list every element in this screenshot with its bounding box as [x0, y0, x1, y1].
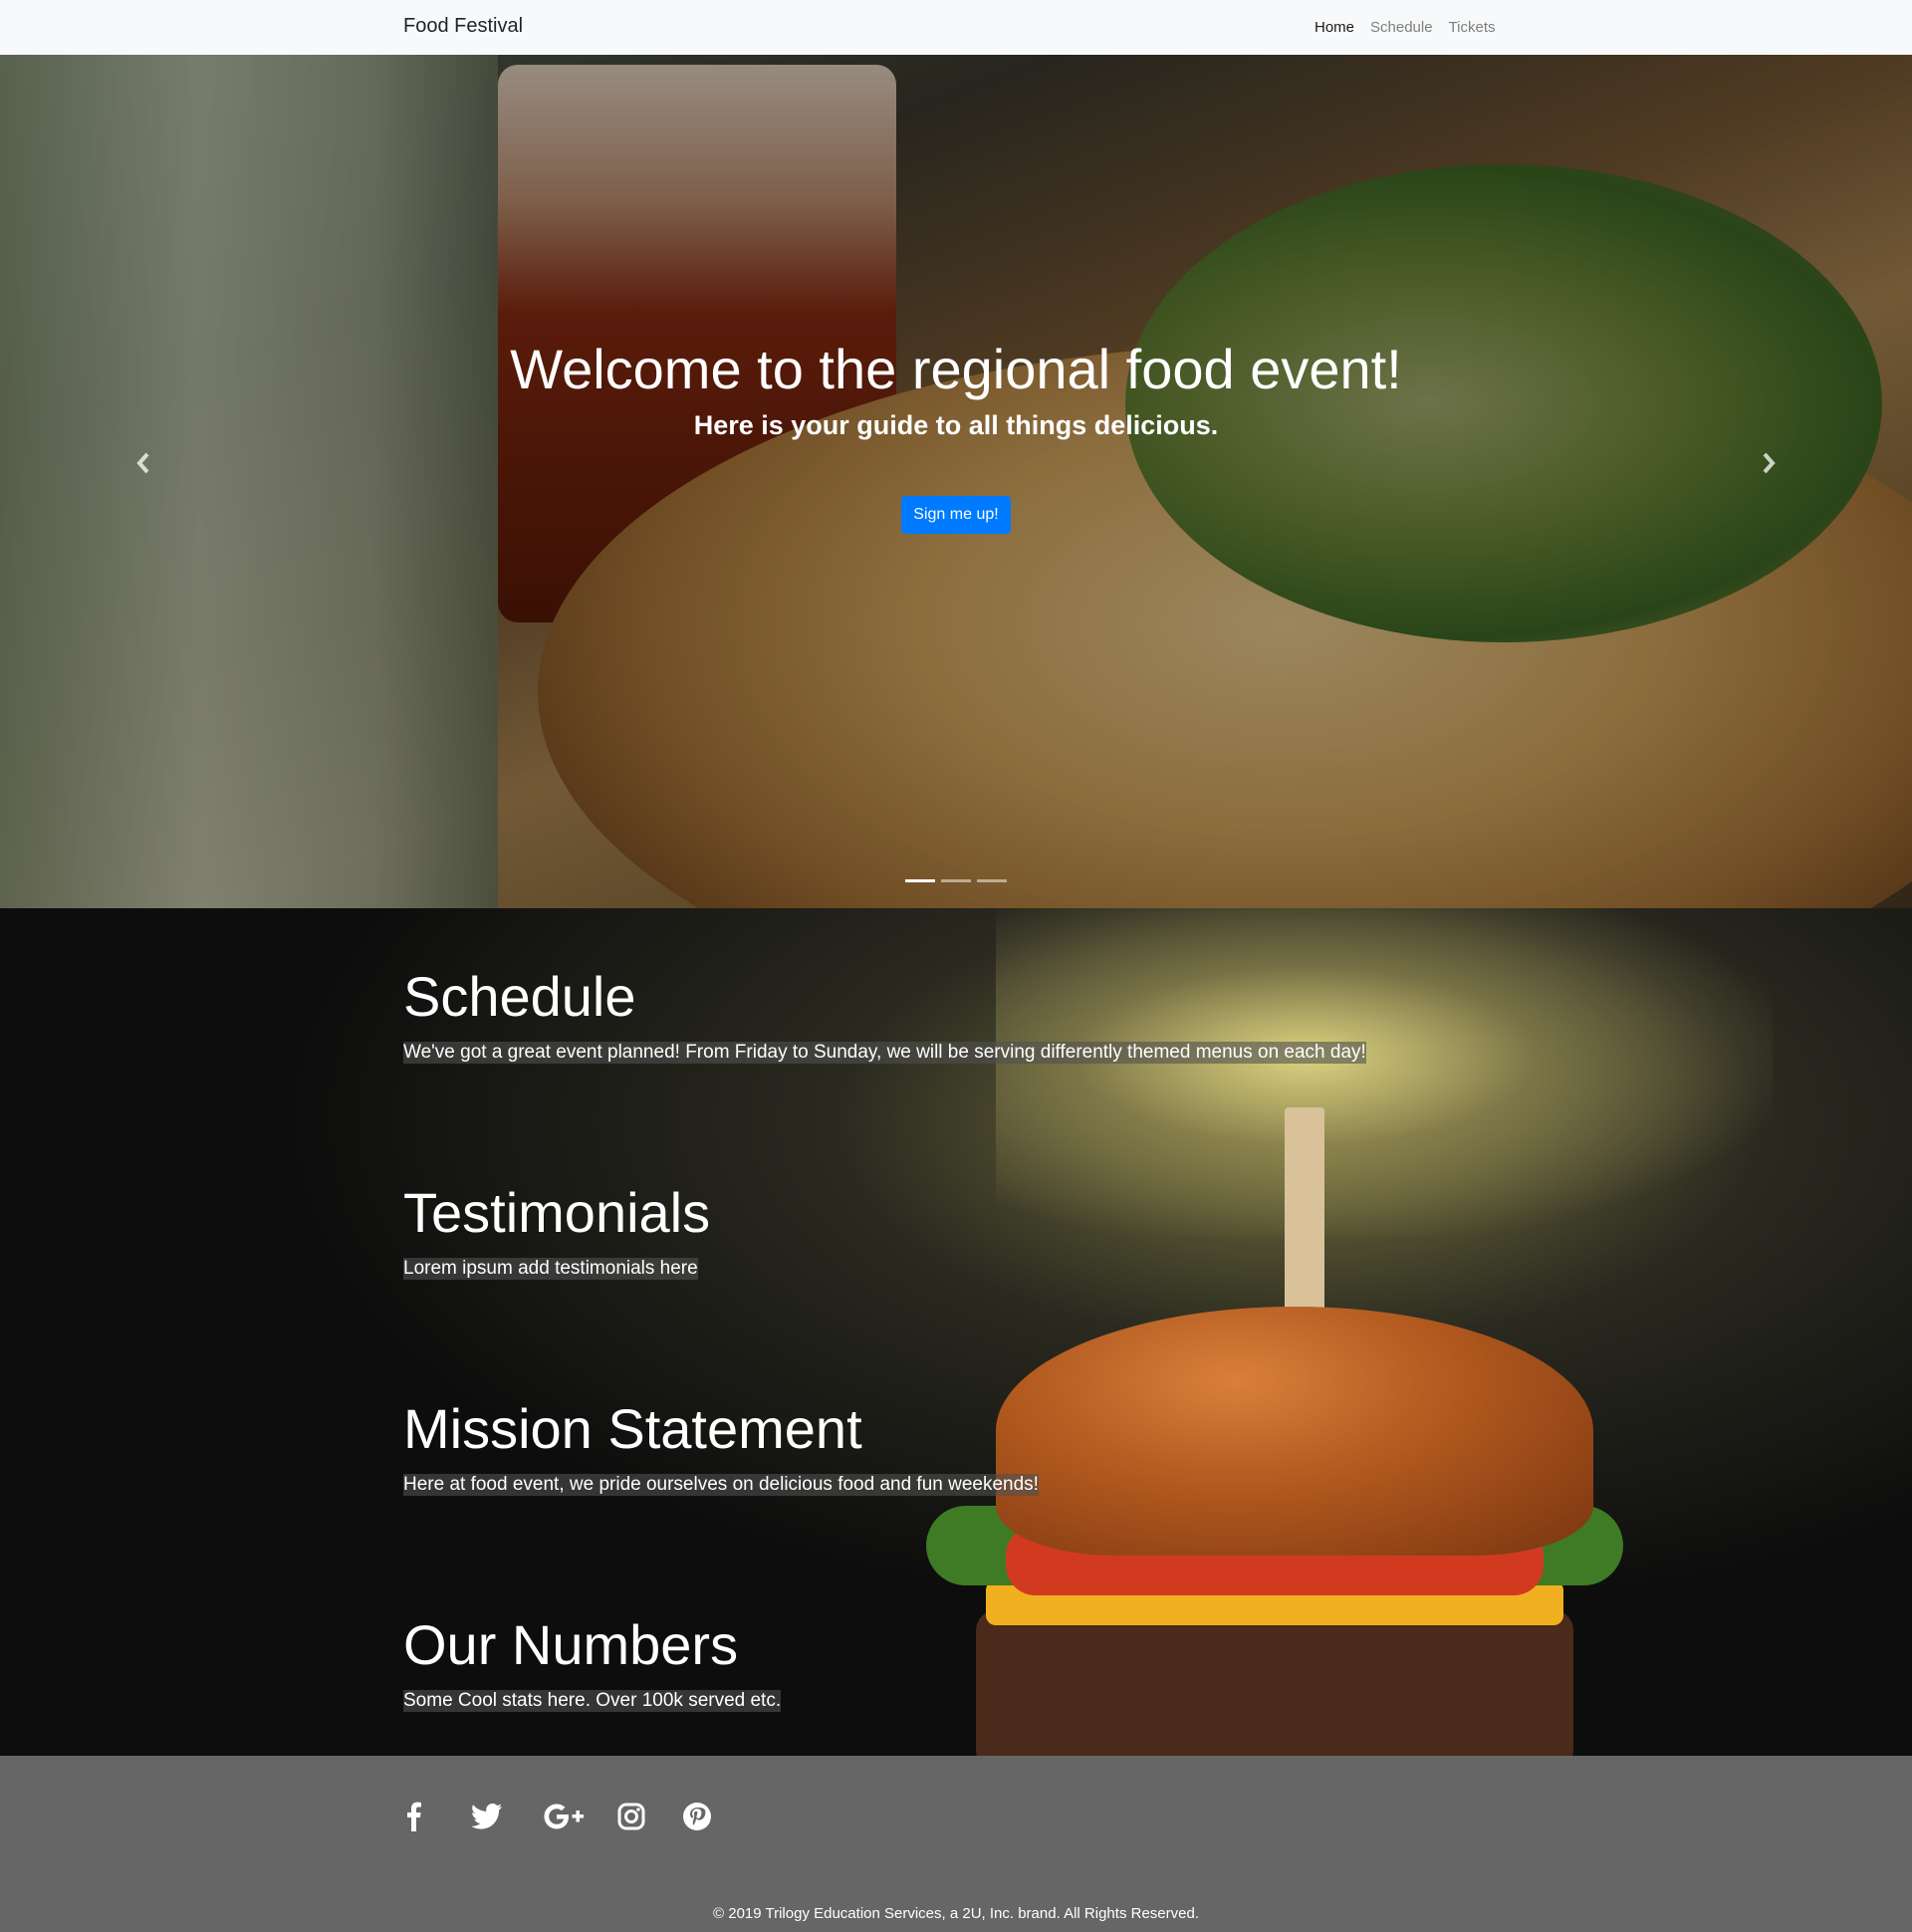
social-links: [403, 1799, 711, 1834]
nav-link-tickets[interactable]: Tickets: [1449, 19, 1496, 36]
numbers-title: Our Numbers: [403, 1613, 739, 1676]
nav-link-home[interactable]: Home: [1314, 19, 1354, 36]
carousel-indicator[interactable]: [941, 879, 971, 882]
brand-logo[interactable]: Food Festival: [403, 15, 523, 38]
mission-section: Mission Statement Here at food event, we…: [403, 1395, 1039, 1497]
content-section: Schedule We've got a great event planned…: [0, 908, 1912, 1756]
testimonials-text: Lorem ipsum add testimonials here: [403, 1258, 698, 1281]
carousel-indicator[interactable]: [905, 879, 935, 882]
nav-links: Home Schedule Tickets: [1314, 19, 1496, 36]
pinterest-icon[interactable]: [683, 1799, 711, 1834]
mission-text: Here at food event, we pride ourselves o…: [403, 1474, 1039, 1497]
sign-up-button[interactable]: Sign me up!: [901, 496, 1011, 534]
testimonials-section: Testimonials Lorem ipsum add testimonial…: [403, 1179, 711, 1281]
twitter-icon[interactable]: [472, 1799, 502, 1834]
chevron-left-icon[interactable]: [123, 443, 163, 483]
schedule-section: Schedule We've got a great event planned…: [403, 963, 1366, 1065]
footer: © 2019 Trilogy Education Services, a 2U,…: [0, 1756, 1912, 1932]
numbers-section: Our Numbers Some Cool stats here. Over 1…: [403, 1611, 782, 1713]
mission-title: Mission Statement: [403, 1397, 862, 1460]
instagram-icon[interactable]: [617, 1799, 645, 1834]
hero-title: Welcome to the regional food event!: [510, 338, 1402, 400]
hero-subtitle: Here is your guide to all things delicio…: [693, 410, 1219, 440]
hero-carousel: Welcome to the regional food event! Here…: [0, 55, 1912, 908]
navbar: Food Festival Home Schedule Tickets: [0, 0, 1912, 55]
carousel-indicators: [905, 879, 1007, 882]
burger-image: [906, 1107, 1643, 1756]
schedule-title: Schedule: [403, 965, 636, 1028]
nav-link-schedule[interactable]: Schedule: [1370, 19, 1433, 36]
schedule-text: We've got a great event planned! From Fr…: [403, 1042, 1366, 1065]
facebook-icon[interactable]: [403, 1799, 425, 1834]
chevron-right-icon[interactable]: [1749, 443, 1789, 483]
carousel-indicator[interactable]: [977, 879, 1007, 882]
hero-overlay: [0, 55, 1912, 908]
google-plus-icon[interactable]: [544, 1799, 586, 1834]
testimonials-title: Testimonials: [403, 1181, 711, 1244]
background-bokeh: [996, 908, 1773, 1237]
numbers-text: Some Cool stats here. Over 100k served e…: [403, 1690, 782, 1713]
copyright-text: © 2019 Trilogy Education Services, a 2U,…: [713, 1905, 1199, 1922]
